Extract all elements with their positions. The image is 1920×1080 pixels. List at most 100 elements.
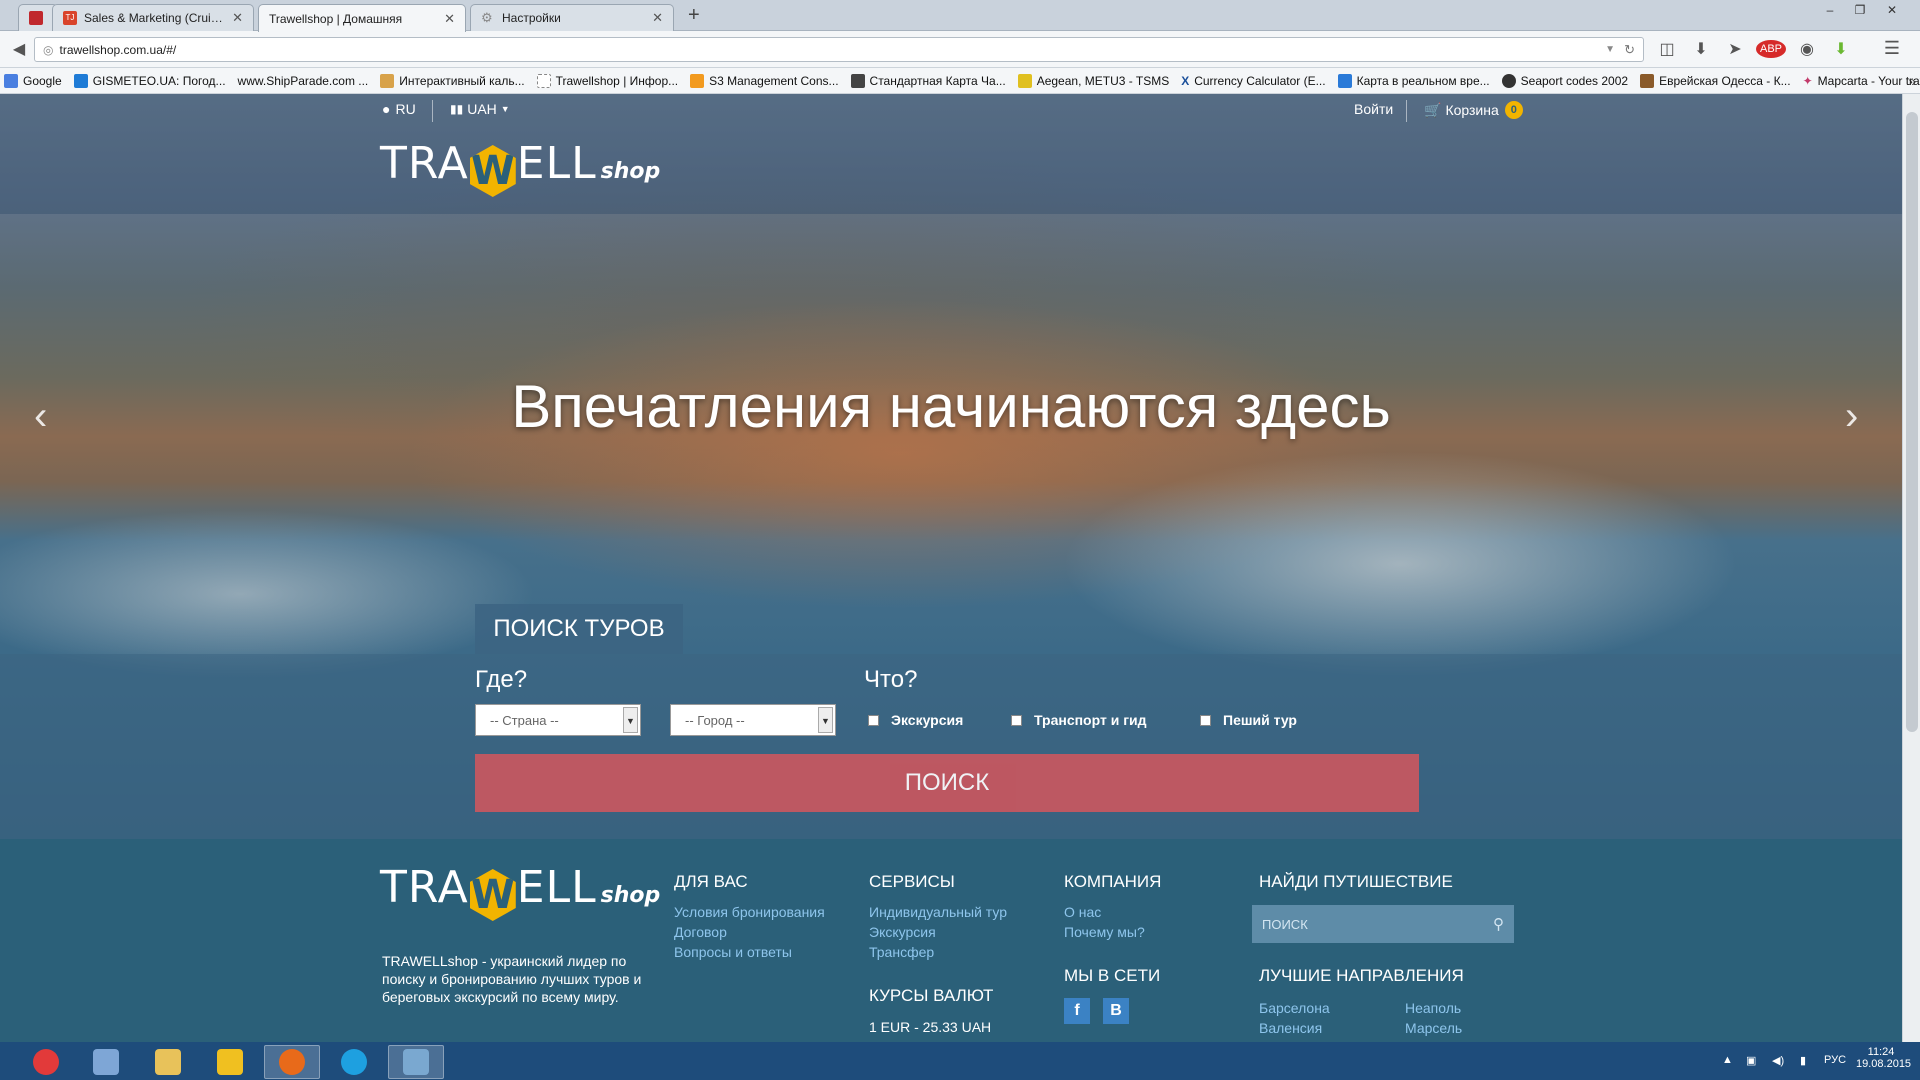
- bookmark-aegean[interactable]: Aegean, METU3 - TSMS: [1017, 73, 1169, 88]
- windows-taskbar: ▲ ▣ ◀) ▮ РУС 11:24 19.08.2015: [0, 1042, 1920, 1080]
- close-tab-icon[interactable]: ✕: [652, 10, 663, 26]
- download-icon[interactable]: ⬇: [1690, 39, 1712, 59]
- vk-icon[interactable]: B: [1103, 998, 1129, 1024]
- link-faq[interactable]: Вопросы и ответы: [674, 942, 825, 962]
- batman-app[interactable]: [202, 1045, 258, 1079]
- login-link[interactable]: Войти: [1354, 101, 1393, 117]
- link-excursion[interactable]: Экскурсия: [869, 922, 1007, 942]
- footer-search-input[interactable]: ПОИСК ⚲: [1252, 905, 1514, 943]
- clock[interactable]: 11:24 19.08.2015: [1856, 1046, 1911, 1070]
- power-icon[interactable]: ▮: [1800, 1054, 1806, 1067]
- volume-icon[interactable]: ◀): [1772, 1054, 1784, 1067]
- bookmark-chart-map[interactable]: Стандартная Карта Ча...: [850, 73, 1006, 88]
- checkbox-excursion[interactable]: Экскурсия: [868, 712, 963, 728]
- start-button[interactable]: [18, 1045, 74, 1079]
- link-barcelona[interactable]: Барселона: [1259, 998, 1330, 1018]
- bookmark-s3[interactable]: S3 Management Cons...: [690, 73, 839, 88]
- cart-link[interactable]: 🛒 Корзина 0: [1424, 101, 1523, 119]
- reload-icon[interactable]: ↻: [1624, 42, 1635, 58]
- link-individual-tour[interactable]: Индивидуальный тур: [869, 902, 1007, 922]
- tab-trawellshop[interactable]: Trawellshop | Домашняя ✕: [258, 4, 466, 32]
- remote-desktop-app[interactable]: [388, 1045, 444, 1079]
- carousel-next-icon[interactable]: ›: [1845, 394, 1858, 439]
- checkbox-box[interactable]: [1011, 714, 1022, 726]
- currency-selector[interactable]: ▮▮ UAH ▼: [450, 101, 510, 117]
- checkbox-box[interactable]: [1200, 714, 1211, 726]
- link-about-us[interactable]: О нас: [1064, 902, 1145, 922]
- file-explorer-app[interactable]: [140, 1045, 196, 1079]
- search-button[interactable]: ПОИСК: [475, 754, 1419, 812]
- close-window-icon[interactable]: ✕: [1878, 0, 1906, 20]
- back-arrow-icon[interactable]: ◀: [8, 39, 30, 59]
- calculator-icon: [93, 1049, 119, 1075]
- facebook-icon[interactable]: f: [1064, 998, 1090, 1024]
- start-icon: [33, 1049, 59, 1075]
- send-icon[interactable]: ➤: [1724, 39, 1746, 59]
- divider: [432, 100, 433, 122]
- minimize-icon[interactable]: –: [1816, 0, 1844, 20]
- bookmark-currency[interactable]: X Currency Calculator (E...: [1181, 74, 1325, 88]
- navigation-bar: ◀ ◎ trawellshop.com.ua/#/ ▼ ↻ ◫ ⬇ ➤ ABP …: [0, 31, 1920, 68]
- site-logo[interactable]: TRA W ELL shop: [380, 138, 660, 197]
- scrollbar-thumb[interactable]: [1906, 112, 1918, 732]
- bookmark-mapcarta[interactable]: ✦Mapcarta - Your travel...: [1803, 74, 1920, 88]
- city-select[interactable]: -- Город -- ▼: [670, 704, 836, 736]
- country-select[interactable]: -- Страна -- ▼: [475, 704, 641, 736]
- footer-logo[interactable]: TRA W ELL shop: [380, 862, 660, 921]
- bookmark-odessa[interactable]: Еврейская Одесса - К...: [1640, 73, 1791, 88]
- menu-icon[interactable]: ☰: [1880, 38, 1904, 59]
- network-icon[interactable]: ▣: [1746, 1054, 1756, 1067]
- footer-services-heading: СЕРВИСЫ: [869, 872, 955, 891]
- green-download-icon[interactable]: ⬇: [1830, 39, 1852, 59]
- firefox-icon: [279, 1049, 305, 1075]
- link-booking-terms[interactable]: Условия бронирования: [674, 902, 825, 922]
- bookmark-shipparade[interactable]: www.ShipParade.com ...: [238, 74, 369, 88]
- tab-settings[interactable]: ⚙ Настройки ✕: [470, 4, 674, 31]
- pocket-icon[interactable]: ◫: [1656, 39, 1678, 59]
- chat-icon[interactable]: ◉: [1796, 39, 1818, 59]
- gear-icon: ⚙: [481, 10, 493, 25]
- close-tab-icon[interactable]: ✕: [232, 10, 243, 26]
- aegean-icon: [1017, 73, 1032, 88]
- search-tours-tab[interactable]: ПОИСК ТУРОВ: [475, 604, 683, 654]
- tab-sales-marketing[interactable]: TJ Sales & Marketing (Cruise... ✕: [52, 4, 254, 31]
- bookmark-gismeteo[interactable]: GISMETEO.UA: Погод...: [73, 73, 226, 88]
- page-scrollbar[interactable]: [1902, 94, 1920, 1042]
- gismeteo-icon: [73, 73, 88, 88]
- link-transfer[interactable]: Трансфер: [869, 942, 1007, 962]
- link-naples[interactable]: Неаполь: [1405, 998, 1462, 1018]
- firefox-app[interactable]: [264, 1045, 320, 1079]
- logo-hexagon: W: [469, 869, 516, 921]
- address-bar[interactable]: ◎ trawellshop.com.ua/#/ ▼ ↻: [34, 37, 1644, 62]
- adblock-icon[interactable]: ABP: [1756, 40, 1786, 58]
- bookmark-google[interactable]: Google: [4, 73, 62, 88]
- bookmarks-overflow-icon[interactable]: »: [1908, 73, 1916, 89]
- cart-count-badge: 0: [1504, 101, 1523, 119]
- bookmark-seaport[interactable]: Seaport codes 2002: [1501, 73, 1628, 88]
- checkbox-transport-guide[interactable]: Транспорт и гид: [1011, 712, 1147, 728]
- skype-app[interactable]: [326, 1045, 382, 1079]
- link-contract[interactable]: Договор: [674, 922, 825, 942]
- bookmark-realtime-map[interactable]: Карта в реальном вре...: [1337, 73, 1490, 88]
- link-marseille[interactable]: Марсель: [1405, 1018, 1462, 1038]
- checkbox-walking-tour[interactable]: Пеший тур: [1200, 712, 1297, 728]
- skype-icon: [341, 1049, 367, 1075]
- new-tab-button[interactable]: +: [688, 4, 700, 27]
- bookmark-trawellshop-info[interactable]: Trawellshop | Инфор...: [536, 73, 678, 88]
- bookmark-calendar[interactable]: Интерактивный каль...: [380, 73, 525, 88]
- tray-expand-icon[interactable]: ▲: [1722, 1054, 1733, 1066]
- best-destinations-col2: Неаполь Марсель: [1405, 998, 1462, 1038]
- link-why-us[interactable]: Почему мы?: [1064, 922, 1145, 942]
- carousel-prev-icon[interactable]: ‹: [34, 394, 47, 439]
- calculator-app[interactable]: [78, 1045, 134, 1079]
- close-tab-icon[interactable]: ✕: [444, 11, 455, 27]
- checkbox-box[interactable]: [868, 714, 879, 726]
- dropdown-arrow-icon[interactable]: ▼: [1605, 44, 1615, 55]
- language-selector[interactable]: ● RU: [382, 101, 416, 117]
- search-icon[interactable]: ⚲: [1493, 915, 1504, 933]
- footer-services-links: Индивидуальный тур Экскурсия Трансфер: [869, 902, 1007, 962]
- link-valencia[interactable]: Валенсия: [1259, 1018, 1330, 1038]
- restore-icon[interactable]: ❐: [1846, 0, 1874, 20]
- input-language[interactable]: РУС: [1824, 1054, 1846, 1066]
- footer-find-heading: НАЙДИ ПУТИШЕСТВИЕ: [1259, 872, 1453, 891]
